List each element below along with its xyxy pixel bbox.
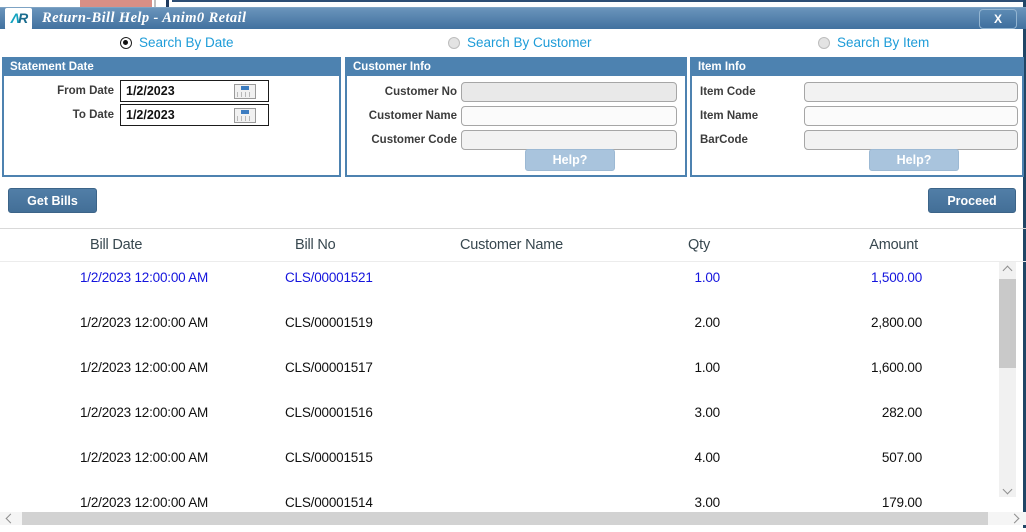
scroll-down-icon[interactable] [999, 481, 1016, 497]
cell-bill-date: 1/2/2023 12:00:00 AM [80, 405, 209, 420]
cell-amount: 282.00 [881, 405, 922, 420]
from-date-input[interactable] [121, 82, 234, 100]
customer-help-button[interactable]: Help? [525, 149, 615, 171]
item-code-input[interactable] [804, 81, 1018, 102]
from-date-field-wrap [120, 80, 269, 102]
table-row[interactable]: 1/2/2023 12:00:00 AM CLS/00001519 2.00 2… [0, 307, 1026, 352]
radio-label: Search By Customer [467, 35, 592, 50]
cell-bill-date: 1/2/2023 12:00:00 AM [80, 270, 209, 285]
radio-circle-icon [818, 36, 830, 49]
cell-qty: 1.00 [694, 360, 721, 375]
table-row[interactable]: 1/2/2023 12:00:00 AM CLS/00001515 4.00 5… [0, 442, 1026, 487]
background-window-strip [0, 0, 1026, 9]
cell-qty: 3.00 [694, 495, 721, 510]
radio-circle-icon [120, 36, 132, 49]
from-date-label: From Date [57, 85, 114, 97]
cell-bill-date: 1/2/2023 12:00:00 AM [80, 360, 209, 375]
column-header-qty: Qty [688, 237, 710, 253]
background-divider [154, 0, 156, 7]
customer-no-input[interactable] [461, 81, 677, 102]
cell-amount: 2,800.00 [871, 315, 922, 330]
dialog-title: Return-Bill Help - Anim0 Retail [42, 10, 247, 26]
radio-label: Search By Item [837, 35, 930, 50]
cell-amount: 179.00 [881, 495, 922, 510]
horizontal-scrollbar[interactable] [0, 512, 1026, 525]
grid-rows: 1/2/2023 12:00:00 AM CLS/00001521 1.00 1… [0, 262, 1026, 532]
horizontal-scrollbar-thumb[interactable] [22, 512, 988, 525]
customer-info-group: Customer Info Customer No Customer Name … [345, 57, 687, 177]
barcode-row: BarCode [692, 129, 1022, 150]
radio-circle-icon [448, 36, 460, 49]
column-header-amount: Amount [869, 237, 918, 253]
scroll-up-icon[interactable] [999, 262, 1016, 278]
cell-qty: 2.00 [694, 315, 721, 330]
customer-code-input[interactable] [461, 129, 677, 150]
vertical-scrollbar-thumb[interactable] [999, 279, 1016, 368]
vertical-scrollbar[interactable] [999, 262, 1016, 497]
group-header: Item Info [692, 59, 1022, 76]
customer-code-label: Customer Code [371, 133, 457, 146]
scroll-left-icon[interactable] [2, 512, 18, 525]
barcode-label: BarCode [700, 133, 748, 146]
radio-search-by-customer[interactable]: Search By Customer [448, 35, 592, 50]
cell-bill-date: 1/2/2023 12:00:00 AM [80, 450, 209, 465]
cell-amount: 507.00 [881, 450, 922, 465]
cell-qty: 4.00 [694, 450, 721, 465]
group-header: Statement Date [4, 59, 339, 76]
to-date-input[interactable] [121, 106, 234, 124]
cell-bill-no: CLS/00001515 [285, 450, 373, 465]
statement-date-group: Statement Date From Date To Date [2, 57, 341, 177]
customer-name-row: Customer Name [347, 105, 685, 126]
get-bills-button[interactable]: Get Bills [8, 188, 97, 213]
column-header-bill-date: Bill Date [90, 237, 143, 253]
cell-bill-no: CLS/00001514 [285, 495, 373, 510]
item-help-button[interactable]: Help? [869, 149, 959, 171]
customer-name-label: Customer Name [368, 109, 457, 122]
cell-amount: 1,600.00 [871, 360, 922, 375]
table-row[interactable]: 1/2/2023 12:00:00 AM CLS/00001516 3.00 2… [0, 397, 1026, 442]
item-name-label: Item Name [700, 109, 759, 122]
calendar-icon[interactable] [234, 83, 256, 99]
cell-qty: 1.00 [694, 270, 721, 285]
grid-header-row: Bill Date Bill No Customer Name Qty Amou… [0, 229, 1026, 262]
radio-search-by-date[interactable]: Search By Date [120, 35, 234, 50]
item-name-row: Item Name [692, 105, 1022, 126]
radio-label: Search By Date [139, 35, 234, 50]
customer-name-input[interactable] [461, 105, 677, 126]
group-header: Customer Info [347, 59, 685, 76]
table-row[interactable]: 1/2/2023 12:00:00 AM CLS/00001517 1.00 1… [0, 352, 1026, 397]
column-header-customer-name: Customer Name [460, 237, 563, 253]
to-date-label: To Date [72, 109, 114, 121]
cell-qty: 3.00 [694, 405, 721, 420]
calendar-icon[interactable] [234, 107, 256, 123]
close-button[interactable]: X [979, 9, 1017, 29]
cell-bill-no: CLS/00001517 [285, 360, 373, 375]
cell-bill-date: 1/2/2023 12:00:00 AM [80, 495, 209, 510]
dialog-titlebar: ΛR Return-Bill Help - Anim0 Retail X [0, 7, 1026, 30]
cell-bill-date: 1/2/2023 12:00:00 AM [80, 315, 209, 330]
item-code-label: Item Code [700, 85, 756, 98]
barcode-input[interactable] [804, 129, 1018, 150]
table-row[interactable]: 1/2/2023 12:00:00 AM CLS/00001521 1.00 1… [0, 262, 1026, 307]
item-code-row: Item Code [692, 81, 1022, 102]
cell-bill-no: CLS/00001521 [285, 270, 373, 285]
to-date-field-wrap [120, 104, 269, 126]
background-window-border [166, 0, 169, 7]
customer-no-row: Customer No [347, 81, 685, 102]
radio-search-by-item[interactable]: Search By Item [818, 35, 929, 50]
item-info-group: Item Info Item Code Item Name BarCode He… [690, 57, 1024, 177]
cell-bill-no: CLS/00001519 [285, 315, 373, 330]
customer-code-row: Customer Code [347, 129, 685, 150]
customer-no-label: Customer No [384, 85, 457, 98]
app-logo-icon: ΛR [5, 8, 32, 30]
proceed-button[interactable]: Proceed [928, 188, 1016, 213]
bills-grid: Bill Date Bill No Customer Name Qty Amou… [0, 228, 1026, 529]
cell-amount: 1,500.00 [871, 270, 922, 285]
cell-bill-no: CLS/00001516 [285, 405, 373, 420]
table-row[interactable]: 1/2/2023 12:00:00 AM CLS/00001514 3.00 1… [0, 487, 1026, 532]
scroll-right-icon[interactable] [1006, 512, 1022, 525]
column-header-bill-no: Bill No [295, 237, 336, 253]
item-name-input[interactable] [804, 105, 1018, 126]
